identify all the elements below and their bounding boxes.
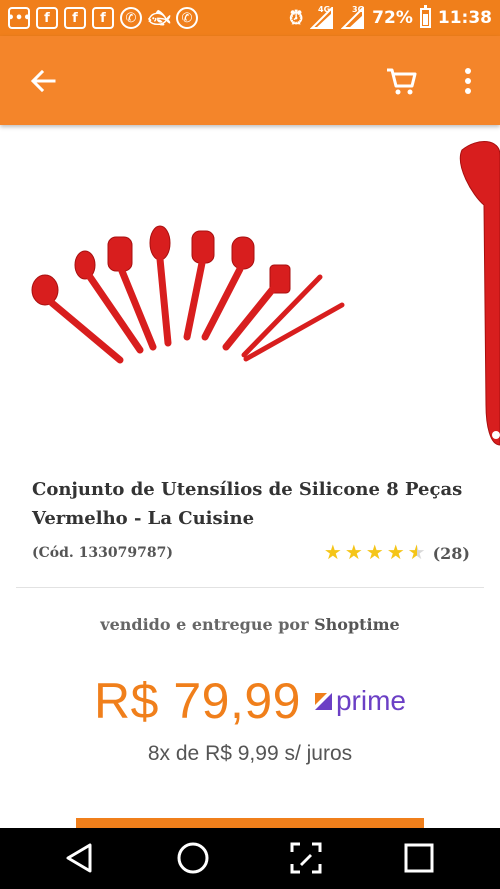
star-icon: ★ bbox=[344, 542, 363, 564]
status-right: ⏰︎ 4G 3G 72% 11:38 bbox=[289, 5, 492, 29]
star-icon: ★ bbox=[323, 542, 342, 564]
whatsapp-icon: ✆ bbox=[120, 7, 142, 29]
status-bar: ••• f f f ✆ 🐟︎ ✆ ⏰︎ 4G 3G 72% 11:38 bbox=[0, 0, 500, 36]
cart-icon[interactable] bbox=[384, 64, 418, 98]
notification-icons: ••• f f f ✆ 🐟︎ ✆ bbox=[7, 7, 198, 29]
divider bbox=[16, 587, 484, 588]
system-nav-bar bbox=[0, 828, 500, 889]
product-image-carousel[interactable] bbox=[0, 125, 500, 455]
seller-prefix: vendido e entregue por bbox=[100, 615, 309, 634]
clock: 11:38 bbox=[437, 8, 492, 28]
seller-info: vendido e entregue por Shoptime bbox=[0, 615, 500, 634]
prime-badge[interactable]: prime bbox=[314, 685, 406, 717]
product-rating[interactable]: ★ ★ ★ ★ ★ (28) bbox=[324, 543, 470, 563]
installments-text: 8x de R$ 9,99 s/ juros bbox=[147, 742, 353, 765]
edit-screen-icon[interactable] bbox=[288, 840, 324, 876]
facebook-icon: f bbox=[92, 7, 114, 29]
square-recents-icon[interactable] bbox=[401, 840, 437, 876]
price-row: R$ 79,99 prime bbox=[0, 672, 500, 730]
star-icon: ★ bbox=[386, 542, 405, 564]
arrow-back-icon[interactable] bbox=[28, 66, 58, 96]
circle-home-icon[interactable] bbox=[175, 840, 211, 876]
alarm-icon: ⏰︎ bbox=[289, 7, 304, 29]
whatsapp-icon: ✆ bbox=[176, 7, 198, 29]
network-3g-label: 3G bbox=[352, 5, 365, 14]
product-image bbox=[31, 141, 500, 446]
triangle-back-icon[interactable] bbox=[62, 840, 98, 876]
fish-icon: 🐟︎ bbox=[147, 7, 171, 29]
rating-count: (28) bbox=[432, 543, 470, 563]
battery-icon bbox=[419, 5, 431, 28]
app-bar bbox=[0, 36, 500, 125]
facebook-icon: f bbox=[36, 7, 58, 29]
prime-logo-icon bbox=[314, 692, 332, 710]
more-vert-icon[interactable] bbox=[458, 64, 478, 98]
battery-percent: 72% bbox=[372, 8, 413, 28]
product-price: R$ 79,99 bbox=[94, 673, 301, 729]
star-icon: ★ bbox=[365, 542, 384, 564]
product-code: (Cód. 133079787) bbox=[32, 545, 173, 561]
star-half-icon: ★ bbox=[407, 542, 426, 564]
seller-name[interactable]: Shoptime bbox=[314, 615, 400, 634]
network-4g-label: 4G bbox=[318, 5, 331, 14]
prime-label: prime bbox=[335, 685, 406, 716]
facebook-icon: f bbox=[64, 7, 86, 29]
chat-icon: ••• bbox=[7, 7, 31, 29]
product-title: Conjunto de Utensílios de Silicone 8 Peç… bbox=[32, 479, 463, 529]
